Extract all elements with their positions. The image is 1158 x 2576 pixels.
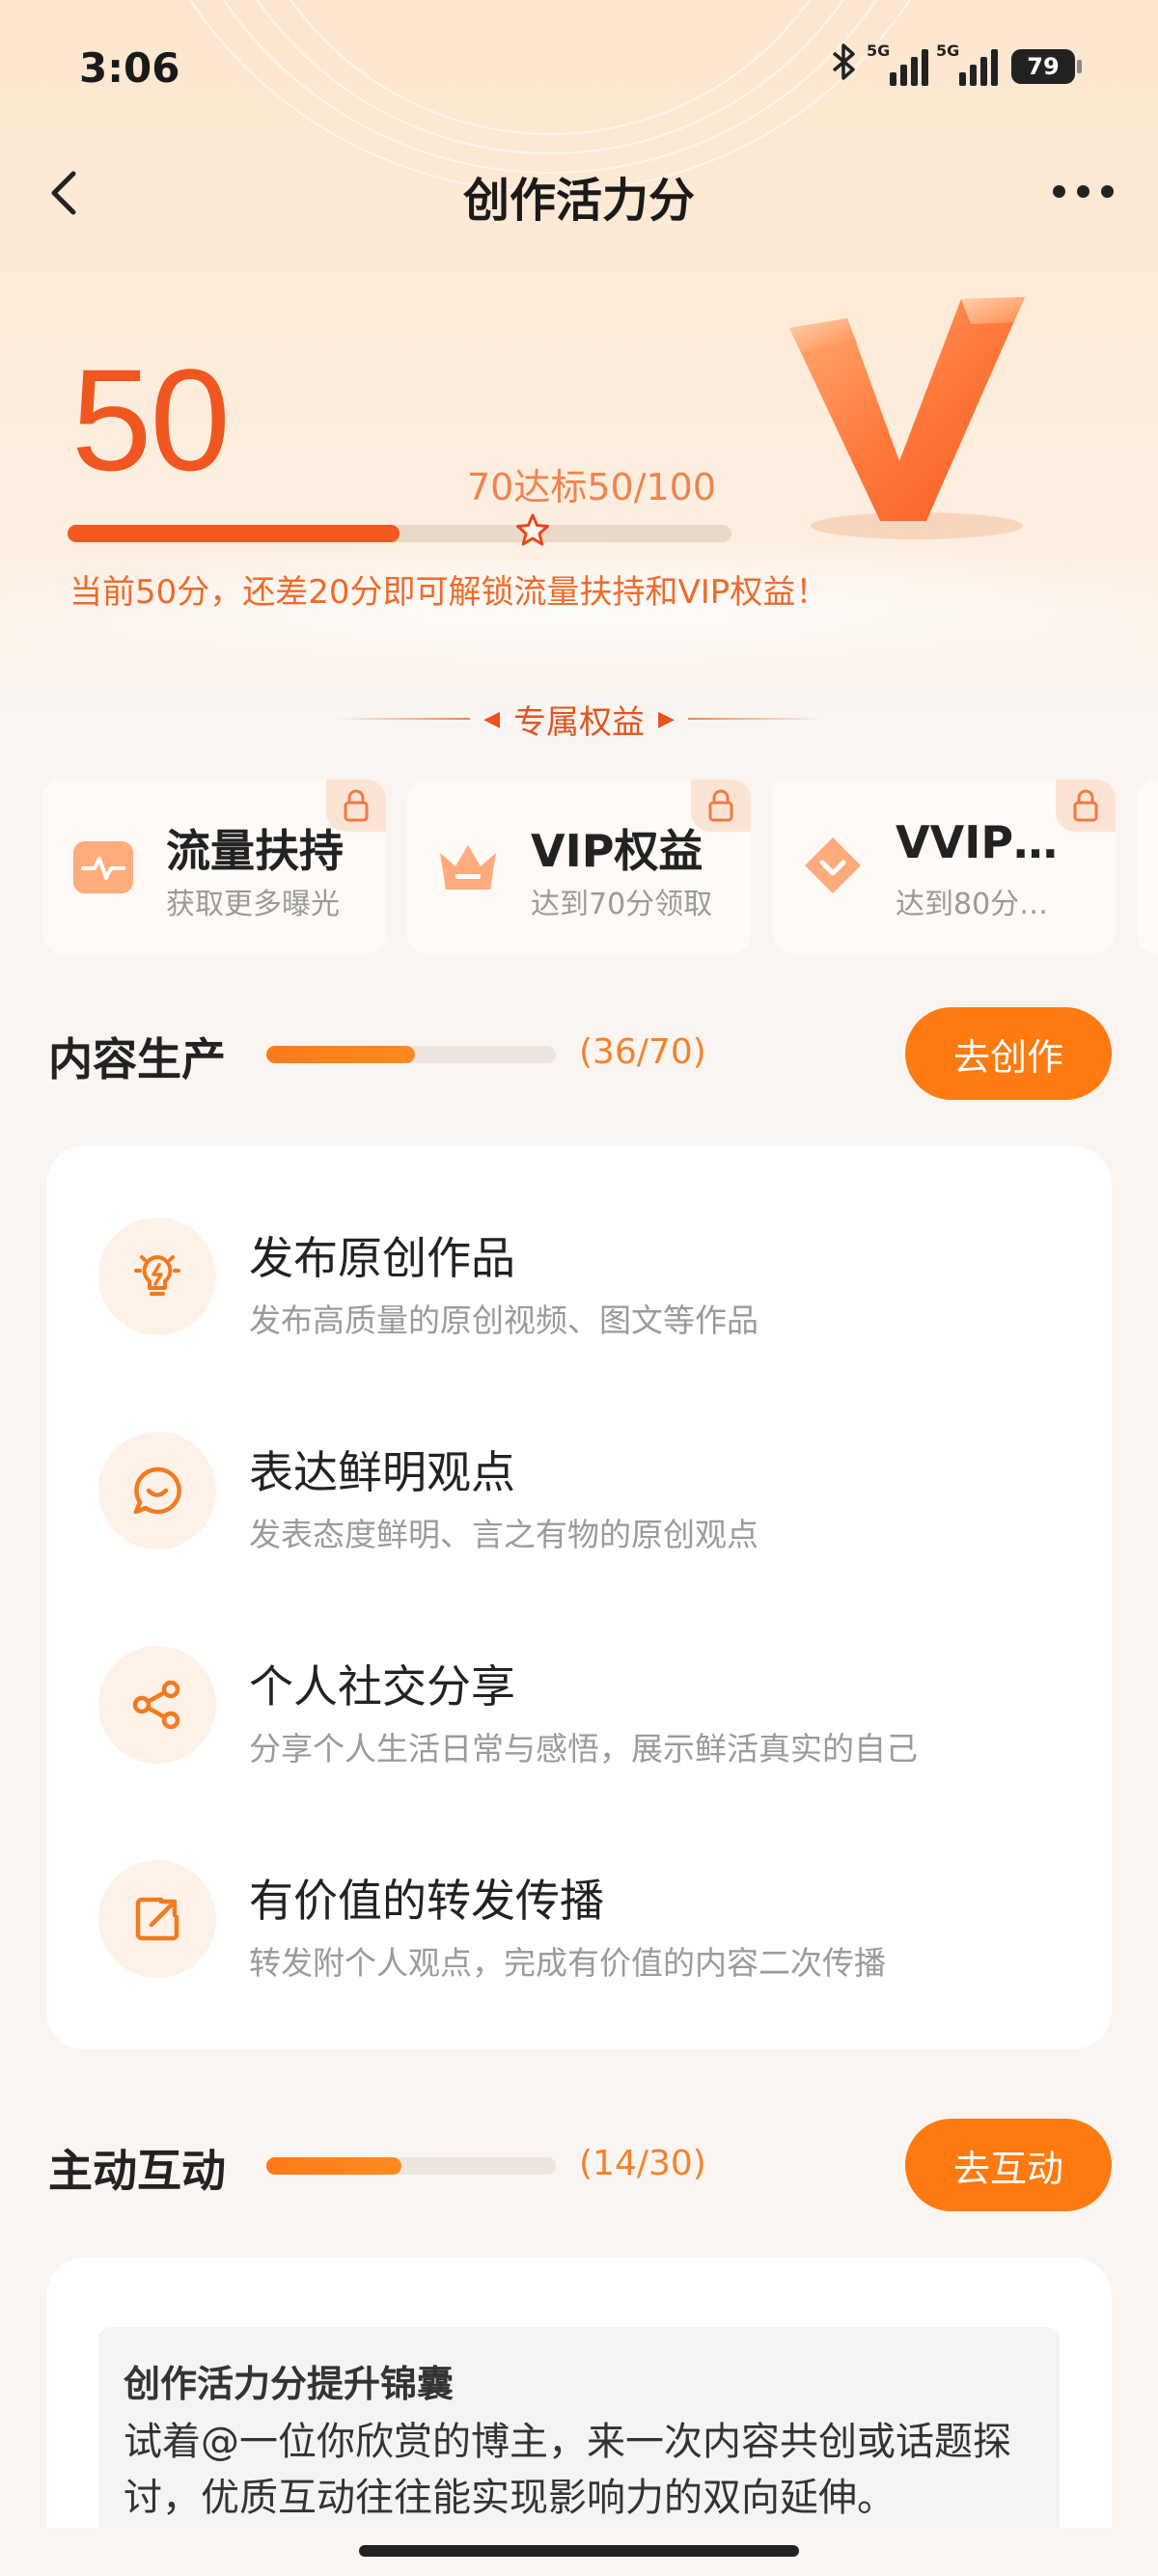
traffic-pulse-icon (69, 834, 137, 901)
task-item-social[interactable]: 个人社交分享 分享个人生活日常与感悟，展示鲜活真实的自己 (98, 1646, 1063, 1771)
section-count: (36/70) (579, 1032, 706, 1072)
bluetooth-icon (830, 42, 859, 91)
right-arrow-icon: ▶ (658, 706, 675, 731)
home-indicator[interactable] (359, 2545, 799, 2557)
diamond-icon (799, 834, 867, 901)
target-star-icon (513, 511, 552, 550)
nav-bar: 创作活力分 (0, 145, 1158, 241)
section-progress-bar (266, 2157, 556, 2175)
task-item-original[interactable]: 发布原创作品 发布高质量的原创视频、图文等作品 (98, 1218, 1063, 1343)
content-task-panel: 发布原创作品 发布高质量的原创视频、图文等作品 表达鲜明观点 发表态度鲜明、言之… (46, 1146, 1112, 2049)
task-description: 转发附个人观点，完成有价值的内容二次传播 (249, 1944, 886, 1982)
task-description: 发布高质量的原创视频、图文等作品 (249, 1302, 758, 1339)
score-progress-bar (68, 513, 731, 546)
task-item-opinion[interactable]: 表达鲜明观点 发表态度鲜明、言之有物的原创观点 (98, 1432, 1063, 1557)
benefit-card-subtitle: 获取更多曝光 (166, 888, 340, 921)
lightbulb-icon (98, 1218, 216, 1335)
benefit-card-vip[interactable]: VIP权益 达到70分领取 (407, 780, 751, 953)
section-progress-fill (266, 2157, 402, 2175)
task-description: 分享个人生活日常与感悟，展示鲜活真实的自己 (249, 1730, 918, 1768)
task-title: 表达鲜明观点 (249, 1446, 515, 1498)
v-badge-logo (772, 280, 1062, 550)
lock-icon (1056, 780, 1116, 832)
benefit-card-vvip[interactable]: VVIP… 达到80分… (772, 780, 1116, 953)
task-item-forward[interactable]: 有价值的转发传播 转发附个人观点，完成有价值的内容二次传播 (98, 1860, 1063, 1986)
more-dots-icon[interactable] (1053, 185, 1114, 198)
benefit-card-more[interactable] (1137, 780, 1158, 953)
task-description: 发表态度鲜明、言之有物的原创观点 (249, 1516, 758, 1553)
section-title: 主动互动 (48, 2145, 226, 2197)
chat-bubble-icon (98, 1432, 216, 1549)
benefit-cards: 流量扶持 获取更多曝光 VIP权益 达到70分领取 VVIP… 达到80分… (42, 780, 1158, 953)
status-icons: 5G 5G 79 (830, 41, 1082, 91)
benefit-card-title: 流量扶持 (166, 825, 344, 877)
tip-text: 试着@一位你欣赏的博主，来一次内容共创或话题探讨，优质互动往往能实现影响力的双向… (124, 2420, 1011, 2520)
benefit-card-title: VIP权益 (531, 825, 703, 877)
benefit-card-traffic[interactable]: 流量扶持 获取更多曝光 (42, 780, 386, 953)
left-arrow-icon: ◀ (483, 706, 500, 731)
benefit-card-subtitle: 达到70分领取 (531, 888, 713, 921)
interact-section-header: 主动互动 (14/30) 去互动 (48, 2119, 1112, 2211)
task-title: 有价值的转发传播 (249, 1875, 604, 1927)
share-icon (98, 1646, 216, 1764)
task-title: 个人社交分享 (249, 1660, 515, 1713)
create-button[interactable]: 去创作 (905, 1007, 1112, 1100)
forward-icon (98, 1860, 216, 1978)
score-hint: 当前50分，还差20分即可解锁流量扶持和VIP权益！ (69, 573, 829, 612)
score-value: 50 (71, 339, 231, 501)
score-progress-fill (68, 525, 400, 542)
crown-icon (434, 834, 502, 901)
content-section-header: 内容生产 (36/70) 去创作 (48, 1007, 1112, 1100)
status-time: 3:06 (79, 44, 180, 92)
battery-icon: 79 (1011, 49, 1082, 84)
benefit-card-subtitle: 达到80分… (896, 888, 1049, 921)
score-target: 70达标50/100 (467, 466, 717, 508)
interact-button[interactable]: 去互动 (905, 2119, 1112, 2211)
benefit-card-title: VVIP… (896, 816, 1059, 868)
page-title: 创作活力分 (462, 174, 695, 228)
benefits-header: ◀ 专属权益 ▶ (0, 695, 1158, 743)
section-progress-fill (266, 1046, 416, 1063)
signal-1-icon: 5G (867, 41, 928, 86)
status-bar: 3:06 5G 5G 79 (0, 0, 1158, 135)
task-title: 发布原创作品 (249, 1232, 515, 1284)
section-count: (14/30) (579, 2144, 706, 2183)
signal-2-icon: 5G (936, 41, 998, 86)
tip-title: 创作活力分提升锦囊 (124, 2363, 455, 2405)
section-progress-bar (266, 1046, 556, 1063)
benefits-header-label: 专属权益 (513, 702, 645, 742)
section-title: 内容生产 (48, 1033, 226, 1085)
